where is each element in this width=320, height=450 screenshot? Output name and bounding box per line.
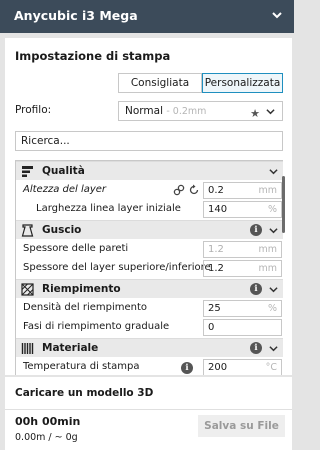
profile-sub: - 0.2mm (166, 106, 207, 117)
info-icon[interactable]: i (250, 342, 262, 354)
chevron-down-icon (272, 12, 282, 19)
setting-input[interactable]: 140 % (203, 201, 282, 218)
settings-scrollbar[interactable] (282, 176, 285, 233)
profile-select[interactable]: Normal - 0.2mm ★ (118, 101, 283, 121)
category-quality-label: Qualità (42, 165, 85, 177)
printer-selector[interactable]: Anycubic i3 Mega (0, 0, 294, 33)
setting-value: 1.2 (208, 263, 224, 274)
setting-unit: % (267, 204, 277, 215)
setting-label: Spessore delle pareti (23, 243, 129, 254)
setting-unit: % (267, 303, 277, 314)
setting-label: Altezza del layer (23, 184, 107, 195)
setting-print-temperature: Temperatura di stampa i 200 °C (16, 358, 283, 375)
category-infill[interactable]: Riempimento i (16, 279, 283, 298)
setting-label: Fasi di riempimento graduale (23, 321, 170, 332)
setting-unit: mm (258, 185, 277, 196)
chevron-down-icon (269, 228, 278, 234)
setting-value: 1.2 (208, 244, 224, 255)
setting-label: Densità del riempimento (23, 302, 148, 313)
profile-value: Normal (125, 105, 163, 117)
setting-input[interactable]: 200 °C (203, 359, 282, 375)
setting-layer-height: Altezza del layer 0.2 mm (16, 181, 283, 200)
setting-top-bottom-thickness: Spessore del layer superiore/inferiore 1… (16, 259, 283, 278)
setting-line-width: Larghezza linea layer iniziale 140 % (16, 200, 283, 219)
category-quality[interactable]: Qualità (16, 161, 283, 180)
category-material-label: Materiale (42, 342, 99, 354)
setting-label: Spessore del layer superiore/inferiore (23, 262, 211, 273)
chevron-down-icon (269, 169, 278, 175)
print-settings-panel: Impostazione di stampa Consigliata Perso… (5, 38, 292, 375)
setting-unit: mm (258, 263, 277, 274)
reset-icon[interactable] (188, 184, 200, 196)
setting-value: 25 (208, 303, 221, 314)
setting-input[interactable]: 1.2 mm (203, 241, 282, 258)
link-icon[interactable] (173, 184, 185, 196)
category-shell[interactable]: Guscio i (16, 220, 283, 239)
setting-unit: mm (258, 244, 277, 255)
profile-label: Profilo: (15, 104, 52, 116)
setting-input[interactable]: 0.2 mm (203, 182, 282, 199)
divider (5, 409, 292, 410)
star-icon[interactable]: ★ (250, 105, 260, 123)
setting-input[interactable]: 1.2 mm (203, 260, 282, 277)
setting-wall-thickness: Spessore delle pareti 1.2 mm (16, 240, 283, 259)
setting-input[interactable]: 0 (203, 319, 282, 336)
info-icon[interactable]: i (250, 224, 262, 236)
panel-title: Impostazione di stampa (15, 49, 171, 63)
setting-infill-density: Densità del riempimento 25 % (16, 299, 283, 318)
category-shell-label: Guscio (42, 224, 82, 236)
info-icon[interactable]: i (181, 362, 193, 374)
save-to-file-button[interactable]: Salva su File (198, 415, 285, 437)
mode-recommended-button[interactable]: Consigliata (118, 73, 202, 93)
material-icon (21, 343, 34, 354)
chevron-down-icon (269, 346, 278, 352)
setting-label: Larghezza linea layer iniziale (36, 203, 181, 214)
infill-icon (21, 283, 34, 296)
setting-value: 0 (208, 322, 215, 333)
setting-input[interactable]: 25 % (203, 300, 282, 317)
chevron-down-icon (266, 109, 275, 115)
search-input[interactable]: Ricerca... (15, 131, 283, 151)
print-time: 00h 00min (15, 415, 81, 428)
action-panel: Caricare un modello 3D 00h 00min 0.00m /… (5, 377, 292, 450)
setting-value: 200 (208, 362, 228, 373)
shell-icon (21, 224, 34, 237)
chevron-down-icon (269, 287, 278, 293)
settings-list: Qualità Altezza del layer 0.2 mm Larghez… (15, 160, 283, 375)
category-material[interactable]: Materiale i (16, 338, 283, 357)
category-infill-label: Riempimento (42, 283, 121, 295)
setting-gradual-infill: Fasi di riempimento graduale 0 (16, 318, 283, 337)
setting-unit: °C (265, 362, 277, 373)
quality-icon (22, 166, 33, 177)
setting-value: 140 (208, 204, 228, 215)
mode-custom-button[interactable]: Personalizzata (202, 73, 283, 93)
setting-value: 0.2 (208, 185, 224, 196)
setting-label: Temperatura di stampa (23, 361, 140, 372)
info-icon[interactable]: i (250, 283, 262, 295)
load-model-heading: Caricare un modello 3D (15, 387, 154, 399)
material-usage: 0.00m / ~ 0g (15, 432, 78, 443)
printer-name: Anycubic i3 Mega (14, 8, 138, 23)
